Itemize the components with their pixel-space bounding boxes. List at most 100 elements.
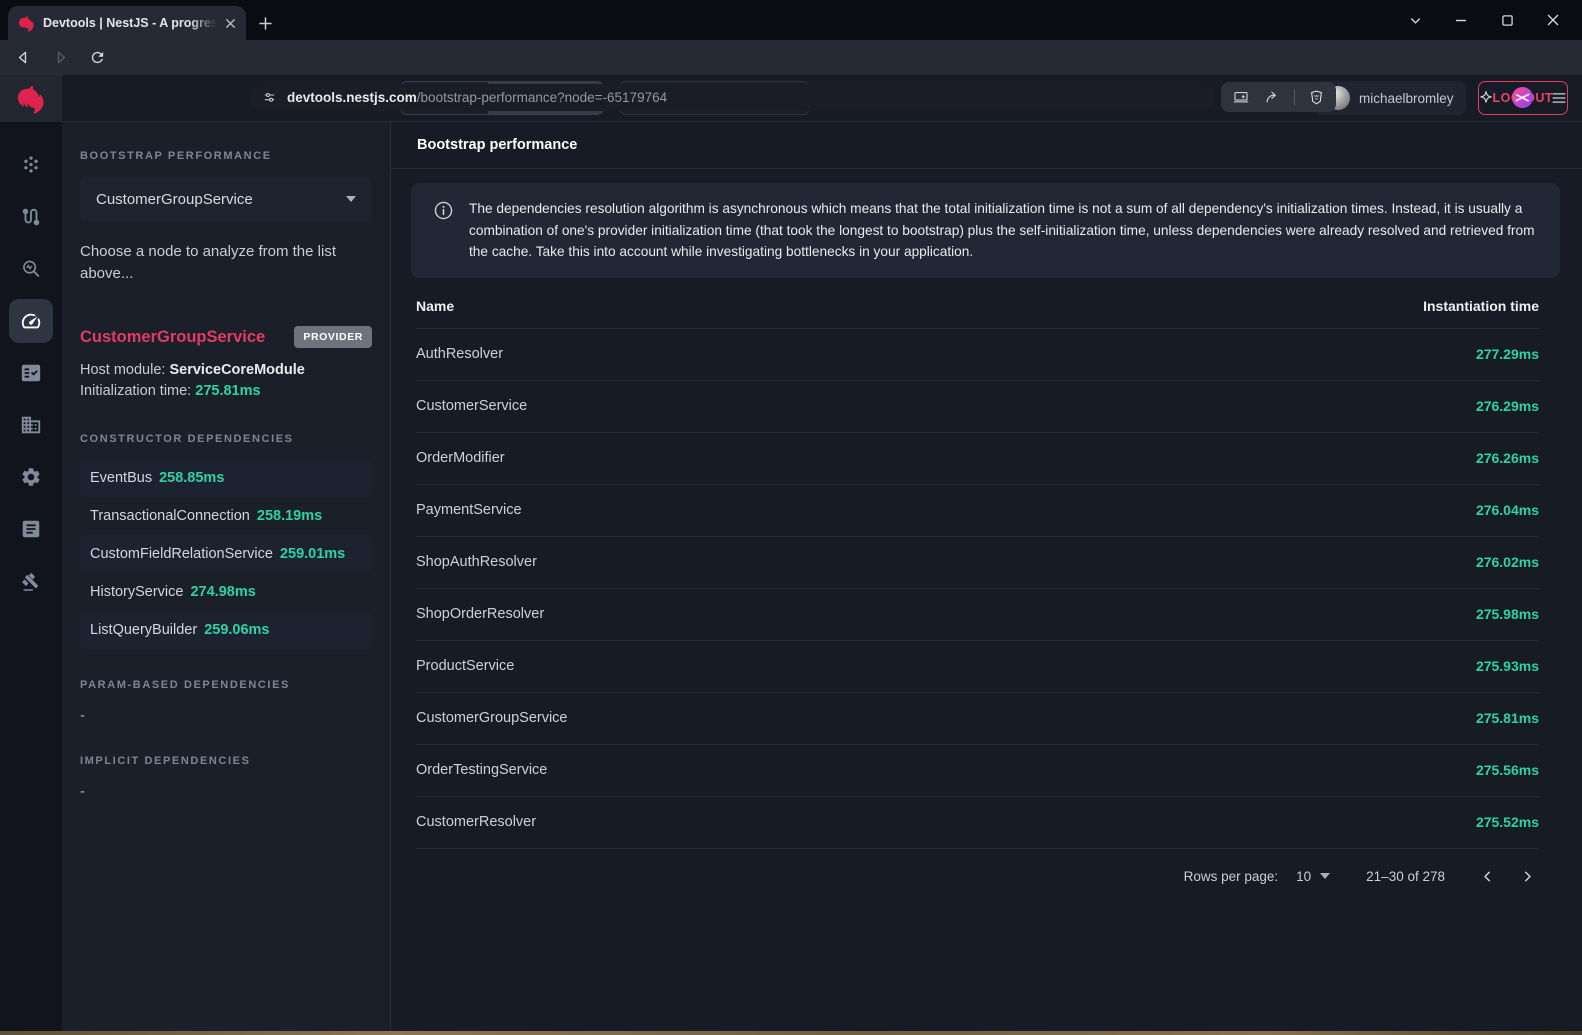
dep-name: HistoryService (90, 584, 183, 600)
dependency-item[interactable]: EventBus 258.85ms (80, 459, 372, 497)
brave-shield-button[interactable] (1308, 89, 1325, 106)
pagination-range: 21–30 of 278 (1366, 869, 1445, 884)
hamburger-icon (1550, 89, 1568, 107)
share-button[interactable] (1263, 88, 1281, 106)
close-window-button[interactable] (1530, 0, 1576, 40)
sidebar-item-modules[interactable] (9, 403, 53, 447)
row-time: 275.52ms (1476, 814, 1539, 830)
sidebar-item-bootstrap-performance[interactable] (9, 299, 53, 343)
dep-name: EventBus (90, 470, 152, 486)
dependency-item[interactable]: HistoryService 274.98ms (80, 573, 372, 611)
sidebar-item-insights[interactable] (9, 247, 53, 291)
row-time: 275.93ms (1476, 658, 1539, 674)
pagination: Rows per page: 10 21–30 of 278 (416, 849, 1539, 904)
send-to-device-button[interactable] (1232, 88, 1250, 106)
implicit-deps-empty: - (80, 783, 372, 800)
rows-per-page-select[interactable]: 10 (1296, 869, 1330, 884)
init-time-value: 275.81ms (195, 383, 260, 399)
browser-tab[interactable]: Devtools | NestJS - A progressive (8, 6, 246, 40)
row-time: 277.29ms (1476, 346, 1539, 362)
back-button[interactable] (10, 45, 36, 71)
next-page-button[interactable] (1515, 864, 1539, 888)
desktop-edge (0, 1031, 1582, 1035)
performance-table: Name Instantiation time AuthResolver 277… (416, 284, 1539, 904)
column-header-time: Instantiation time (1423, 298, 1539, 314)
constructor-deps-heading: CONSTRUCTOR DEPENDENCIES (80, 433, 372, 445)
row-time: 275.98ms (1476, 606, 1539, 622)
browser-menu-button[interactable] (1550, 89, 1568, 107)
dep-name: TransactionalConnection (90, 508, 250, 524)
url-action-group (1221, 82, 1336, 112)
gavel-icon (20, 570, 42, 592)
dependency-item[interactable]: TransactionalConnection 258.19ms (80, 497, 372, 535)
constructor-deps-list: EventBus 258.85ms TransactionalConnectio… (80, 459, 372, 649)
dependency-item[interactable]: ListQueryBuilder 259.06ms (80, 611, 372, 649)
table-row[interactable]: ProductService 275.93ms (416, 641, 1539, 693)
table-row[interactable]: ShopOrderResolver 275.98ms (416, 589, 1539, 641)
sidebar-item-routes[interactable] (9, 195, 53, 239)
speedometer-icon (20, 310, 42, 332)
table-row[interactable]: PaymentService 276.04ms (416, 485, 1539, 537)
column-header-name: Name (416, 298, 454, 314)
browser-action-group (1477, 80, 1568, 115)
profile-avatar[interactable] (1511, 86, 1534, 109)
row-name: ShopAuthResolver (416, 554, 537, 570)
info-box: The dependencies resolution algorithm is… (411, 183, 1560, 278)
username: michaelbromley (1359, 91, 1454, 106)
node-select[interactable]: CustomerGroupService (80, 177, 372, 221)
sidebar-item-issues[interactable] (9, 559, 53, 603)
table-row[interactable]: OrderModifier 276.26ms (416, 433, 1539, 485)
minimize-button[interactable] (1438, 0, 1484, 40)
provider-badge: PROVIDER (294, 326, 372, 348)
rows-per-page-label: Rows per page: (1184, 869, 1279, 884)
implicit-deps-heading: IMPLICIT DEPENDENCIES (80, 755, 372, 767)
previous-page-button[interactable] (1475, 864, 1499, 888)
perf-table-body: AuthResolver 277.29ms CustomerService 27… (416, 329, 1539, 849)
sidebar-item-audit[interactable] (9, 351, 53, 395)
browser-toolbar: devtools.nestjs.com/bootstrap-performanc… (0, 40, 1582, 75)
dependency-item[interactable]: CustomFieldRelationService 259.01ms (80, 535, 372, 573)
sidebar-item-docs[interactable] (9, 507, 53, 551)
info-text: The dependencies resolution algorithm is… (469, 198, 1538, 263)
forward-button[interactable] (47, 45, 73, 71)
table-row[interactable]: CustomerService 276.29ms (416, 381, 1539, 433)
param-deps-empty: - (80, 707, 372, 724)
sidebar-item-settings[interactable] (9, 455, 53, 499)
window-menu-button[interactable] (1392, 0, 1438, 40)
url-path: /bootstrap-performance?node=-65179764 (417, 90, 667, 105)
nestjs-logo[interactable] (0, 75, 62, 122)
maximize-button[interactable] (1484, 0, 1530, 40)
send-to-device-icon (1232, 88, 1250, 106)
row-name: CustomerGroupService (416, 710, 568, 726)
back-icon (14, 48, 33, 67)
dep-name: CustomFieldRelationService (90, 546, 273, 562)
dep-time: 274.98ms (190, 584, 255, 600)
user-chip[interactable]: michaelbromley (1314, 81, 1466, 115)
new-tab-button[interactable] (254, 12, 276, 34)
row-time: 275.81ms (1476, 710, 1539, 726)
reload-button[interactable] (84, 45, 110, 71)
table-row[interactable]: OrderTestingService 275.56ms (416, 745, 1539, 797)
forward-icon (51, 48, 70, 67)
table-row[interactable]: ShopAuthResolver 276.02ms (416, 537, 1539, 589)
fact-check-icon (20, 362, 42, 384)
close-icon (225, 18, 236, 29)
leo-ai-button[interactable] (1477, 89, 1495, 107)
row-time: 276.04ms (1476, 502, 1539, 518)
chevron-left-icon (1479, 868, 1496, 885)
sidebar-item-graph[interactable] (9, 143, 53, 187)
host-module-value: ServiceCoreModule (169, 362, 304, 378)
table-row[interactable]: CustomerGroupService 275.81ms (416, 693, 1539, 745)
sidebar-rail (0, 75, 62, 1035)
table-row[interactable]: AuthResolver 277.29ms (416, 329, 1539, 381)
info-icon (433, 200, 454, 221)
dep-time: 259.06ms (204, 622, 269, 638)
host-module-line: Host module: ServiceCoreModule (80, 362, 372, 378)
row-name: CustomerService (416, 398, 527, 414)
profile-avatar-icon (1511, 86, 1534, 109)
table-row[interactable]: CustomerResolver 275.52ms (416, 797, 1539, 849)
rows-per-page-value: 10 (1296, 869, 1311, 884)
tab-close-button[interactable] (225, 18, 236, 29)
chevron-down-icon (346, 196, 356, 202)
address-bar[interactable]: devtools.nestjs.com/bootstrap-performanc… (250, 84, 1215, 111)
